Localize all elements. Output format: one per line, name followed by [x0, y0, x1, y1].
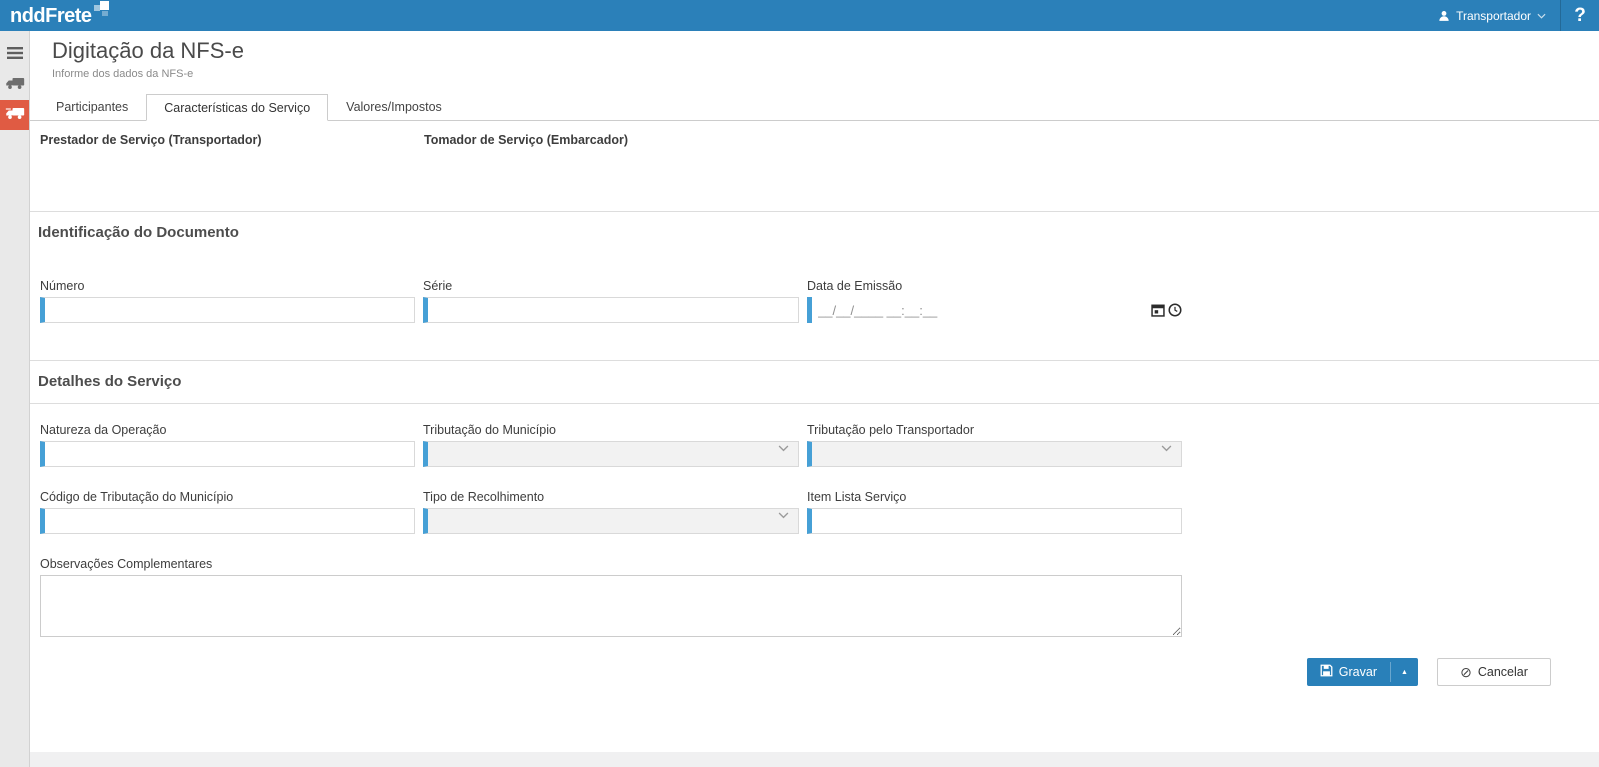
user-icon: [1438, 10, 1450, 22]
data-emissao-input[interactable]: [807, 297, 1107, 323]
cancel-button[interactable]: ⊘ Cancelar: [1437, 658, 1551, 686]
user-menu-dropdown[interactable]: Transportador: [1424, 0, 1560, 31]
serie-input[interactable]: [423, 297, 799, 323]
topbar-right: Transportador ?: [1424, 0, 1599, 31]
top-bar: nddFrete Transportador ?: [0, 0, 1599, 31]
natureza-operacao-field-group: Natureza da Operação: [40, 423, 415, 467]
page-title: Digitação da NFS-e: [52, 38, 244, 63]
save-button-label: Gravar: [1338, 665, 1377, 679]
tributacao-municipio-field-group: Tributação do Município: [423, 423, 799, 467]
tomador-label: Tomador de Serviço (Embarcador): [424, 133, 628, 147]
detalhes-fields-row2: Código de Tributação do Município Tipo d…: [40, 490, 1599, 534]
date-picker-icons: [1151, 303, 1182, 317]
logo-text: nddFrete: [10, 4, 92, 27]
tributacao-transportador-field-group: Tributação pelo Transportador: [807, 423, 1182, 467]
user-menu-label: Transportador: [1456, 8, 1531, 23]
tributacao-transportador-label: Tributação pelo Transportador: [807, 423, 974, 437]
data-emissao-field-group: Data de Emissão: [807, 279, 1182, 323]
tributacao-transportador-select[interactable]: [807, 441, 1182, 467]
save-options-toggle[interactable]: ▲: [1391, 658, 1418, 686]
prestador-label: Prestador de Serviço (Transportador): [40, 133, 262, 147]
item-lista-servico-label: Item Lista Serviço: [807, 490, 907, 504]
detalhes-section-title: Detalhes do Serviço: [38, 373, 182, 390]
sidebar-item-freight[interactable]: [0, 70, 29, 100]
natureza-operacao-input[interactable]: [40, 441, 415, 467]
sidebar-menu-toggle[interactable]: [0, 40, 29, 70]
participants-summary: Prestador de Serviço (Transportador) Tom…: [30, 121, 1599, 211]
page-subtitle: Informe dos dados da NFS-e: [52, 68, 194, 80]
form-actions: Gravar ▲ ⊘ Cancelar: [30, 658, 1599, 686]
sidebar-item-nfse-active[interactable]: [0, 100, 29, 130]
codigo-tributacao-input[interactable]: [40, 508, 415, 534]
calendar-icon[interactable]: [1151, 303, 1165, 317]
serie-field-group: Série: [423, 279, 799, 323]
codigo-tributacao-label: Código de Tributação do Município: [40, 490, 234, 504]
item-lista-servico-field-group: Item Lista Serviço: [807, 490, 1182, 534]
identificacao-section-title: Identificação do Documento: [38, 224, 239, 241]
save-floppy-icon: [1320, 664, 1333, 680]
tab-bar: Participantes Características do Serviço…: [30, 93, 1599, 121]
main-content: Digitação da NFS-e Informe dos dados da …: [30, 31, 1599, 752]
cancel-button-label: Cancelar: [1477, 665, 1528, 679]
cancel-circle-slash-icon: ⊘: [1460, 664, 1472, 680]
section-divider: [30, 403, 1599, 404]
left-sidebar: [0, 31, 30, 767]
data-emissao-label: Data de Emissão: [807, 279, 903, 293]
help-button[interactable]: ?: [1561, 0, 1599, 31]
clock-icon[interactable]: [1168, 303, 1182, 317]
numero-input[interactable]: [40, 297, 415, 323]
hamburger-menu-icon: [6, 46, 23, 64]
observacoes-label: Observações Complementares: [40, 557, 213, 571]
truck-active-icon: [5, 106, 25, 125]
identificacao-fields: Número Série Data de Emissão: [40, 279, 1599, 323]
save-split-button: Gravar ▲: [1306, 658, 1418, 686]
logo-pixel-mark-icon: [93, 0, 109, 16]
serie-label: Série: [423, 279, 453, 293]
observacoes-field-group: Observações Complementares: [40, 557, 1182, 642]
natureza-operacao-label: Natureza da Operação: [40, 423, 167, 437]
tipo-recolhimento-label: Tipo de Recolhimento: [423, 490, 545, 504]
codigo-tributacao-field-group: Código de Tributação do Município: [40, 490, 415, 534]
section-divider: [30, 211, 1599, 212]
tab-caracteristicas-do-servico[interactable]: Características do Serviço: [146, 94, 329, 121]
numero-label: Número: [40, 279, 85, 293]
observacoes-textarea[interactable]: [40, 575, 1182, 637]
tab-participantes[interactable]: Participantes: [38, 93, 146, 120]
chevron-down-icon: [1537, 13, 1546, 19]
numero-field-group: Número: [40, 279, 415, 323]
truck-icon: [5, 76, 25, 95]
tipo-recolhimento-field-group: Tipo de Recolhimento: [423, 490, 799, 534]
detalhes-fields-row1: Natureza da Operação Tributação do Munic…: [40, 423, 1599, 467]
item-lista-servico-input[interactable]: [807, 508, 1182, 534]
page-header: Digitação da NFS-e Informe dos dados da …: [30, 31, 1599, 80]
tipo-recolhimento-select[interactable]: [423, 508, 799, 534]
tributacao-municipio-select[interactable]: [423, 441, 799, 467]
tab-valores-impostos[interactable]: Valores/Impostos: [328, 93, 460, 120]
tributacao-municipio-label: Tributação do Município: [423, 423, 556, 437]
save-button[interactable]: Gravar: [1307, 658, 1390, 686]
section-divider: [30, 360, 1599, 361]
app-logo: nddFrete: [10, 0, 109, 30]
